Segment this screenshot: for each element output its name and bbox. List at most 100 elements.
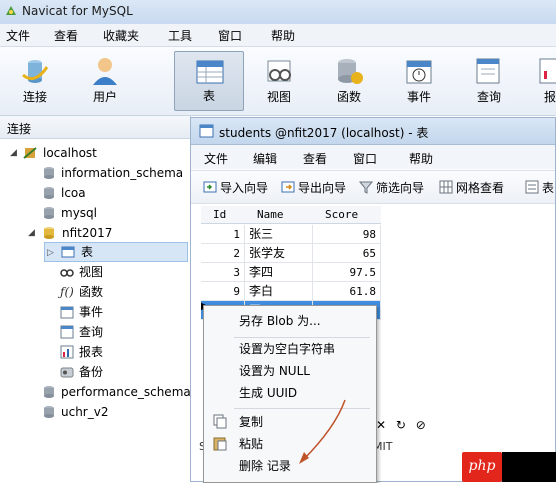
save-blob-as-item[interactable]: 另存 Blob 为...: [239, 311, 321, 331]
menu-separator: [234, 337, 370, 338]
menu-help[interactable]: 帮助: [271, 27, 295, 44]
cell-name[interactable]: 李白: [245, 282, 313, 301]
child-menu-view[interactable]: 查看: [303, 150, 327, 167]
connect-button[interactable]: 连接: [4, 51, 66, 111]
paste-icon: [213, 437, 227, 451]
cell-name[interactable]: 张学友: [245, 244, 313, 263]
report-label: 报: [544, 90, 556, 104]
stop-icon[interactable]: ⊘: [416, 418, 426, 432]
cell-score[interactable]: 98: [313, 225, 381, 244]
form-view-button[interactable]: 表: [525, 179, 554, 196]
database-icon: [44, 207, 54, 219]
php-logo: php: [462, 452, 502, 482]
cell-score[interactable]: 65: [313, 244, 381, 263]
tree-label: localhost: [43, 146, 97, 160]
refresh-icon[interactable]: ↻: [396, 418, 406, 432]
connection-panel-header: 连接: [0, 116, 190, 139]
grid-view-button[interactable]: 网格查看: [439, 179, 504, 196]
child-menu-edit[interactable]: 编辑: [253, 150, 277, 167]
cell-score[interactable]: 97.5: [313, 263, 381, 282]
set-empty-string-item[interactable]: 设置为空白字符串: [239, 339, 335, 359]
query-icon: [60, 325, 74, 339]
backup-icon: [60, 367, 74, 378]
cell-id[interactable]: 9: [201, 282, 245, 301]
filter-wizard-button[interactable]: 筛选向导: [359, 179, 424, 196]
menu-window[interactable]: 窗口: [218, 27, 242, 44]
view-button[interactable]: 视图: [248, 51, 310, 111]
menu-favorites[interactable]: 收藏夹: [103, 27, 139, 44]
query-icon: [476, 58, 500, 84]
collapse-triangle-icon[interactable]: ▷: [47, 243, 54, 263]
menu-tools[interactable]: 工具: [168, 27, 192, 44]
import-wizard-label: 导入向导: [220, 181, 269, 195]
event-button[interactable]: 事件: [388, 51, 450, 111]
record-navigation: ✕ ↻ ⊘: [376, 418, 426, 432]
server-icon: [23, 147, 37, 159]
context-menu: 另存 Blob 为... 设置为空白字符串 设置为 NULL 生成 UUID 复…: [203, 305, 377, 483]
cell-id[interactable]: 3: [201, 263, 245, 282]
generate-uuid-item[interactable]: 生成 UUID: [239, 383, 297, 403]
export-wizard-label: 导出向导: [298, 181, 347, 195]
child-menu-file[interactable]: 文件: [204, 150, 228, 167]
tree-label: performance_schema: [61, 385, 191, 399]
tree-label: 查询: [79, 325, 104, 339]
database-icon: [44, 187, 54, 199]
set-null-item[interactable]: 设置为 NULL: [239, 361, 310, 381]
report-icon: [539, 58, 556, 84]
expand-triangle-icon[interactable]: ◢: [28, 223, 35, 243]
app-title-bar: Navicat for MySQL: [0, 0, 556, 25]
tree-label: 表: [81, 245, 94, 259]
view-icon: [60, 269, 74, 277]
cell-id[interactable]: 1: [201, 225, 245, 244]
table-button[interactable]: 表: [174, 51, 244, 111]
cancel-edit-icon[interactable]: ✕: [376, 418, 386, 432]
table-window-title-bar: students @nfit2017 (localhost) - 表: [191, 118, 555, 145]
delete-record-item[interactable]: 删除 记录: [239, 456, 291, 476]
tree-label: 视图: [79, 265, 104, 279]
grid-view-label: 网格查看: [456, 181, 505, 195]
connection-tree-panel: 连接 ◢ localhost information_schema lcoa m…: [0, 116, 191, 482]
query-button[interactable]: 查询: [458, 51, 520, 111]
table-window-menu: 文件 编辑 查看 窗口 帮助: [191, 145, 555, 169]
cell-id[interactable]: 2: [201, 244, 245, 263]
report-button[interactable]: 报: [528, 51, 556, 111]
column-header-score[interactable]: Score: [313, 206, 381, 224]
main-toolbar: 连接 用户 表 视图 函数 事件 查询 报: [0, 47, 556, 116]
expand-triangle-icon[interactable]: ◢: [10, 143, 17, 163]
cell-name[interactable]: 张三: [245, 225, 313, 244]
database-open-icon: [44, 227, 54, 239]
table-icon: [199, 124, 214, 138]
column-header-name[interactable]: Name: [245, 206, 313, 224]
paste-item[interactable]: 粘贴: [239, 434, 263, 454]
tree-label: 报表: [79, 345, 104, 359]
form-view-label: 表: [542, 181, 555, 195]
menu-view[interactable]: 查看: [54, 27, 78, 44]
column-header-id[interactable]: Id: [201, 206, 245, 224]
tree-item-tables[interactable]: ▷ 表: [44, 242, 188, 262]
copy-icon: [213, 414, 227, 429]
database-icon: [44, 386, 54, 398]
user-button[interactable]: 用户: [74, 51, 136, 111]
report-icon: [60, 345, 74, 359]
event-label: 事件: [406, 90, 431, 104]
watermark-black-block: [502, 452, 556, 482]
app-title: Navicat for MySQL: [22, 4, 133, 18]
view-label: 视图: [266, 90, 291, 104]
export-wizard-button[interactable]: 导出向导: [281, 179, 346, 196]
copy-item[interactable]: 复制: [239, 412, 263, 432]
import-wizard-button[interactable]: 导入向导: [203, 179, 268, 196]
tree-label: mysql: [61, 206, 97, 220]
menu-file[interactable]: 文件: [6, 27, 30, 44]
function-button[interactable]: 函数: [318, 51, 380, 111]
cell-name[interactable]: 李四: [245, 263, 313, 282]
tree-label: 事件: [79, 305, 104, 319]
database-icon: [44, 406, 54, 418]
tree-label: 函数: [79, 285, 104, 299]
php-watermark: php: [462, 452, 556, 482]
table-icon: [196, 60, 224, 84]
user-label: 用户: [92, 90, 117, 104]
child-menu-window[interactable]: 窗口: [353, 150, 377, 167]
child-menu-help[interactable]: 帮助: [409, 150, 433, 167]
cell-score[interactable]: 61.8: [313, 282, 381, 301]
connect-icon: [22, 60, 49, 83]
